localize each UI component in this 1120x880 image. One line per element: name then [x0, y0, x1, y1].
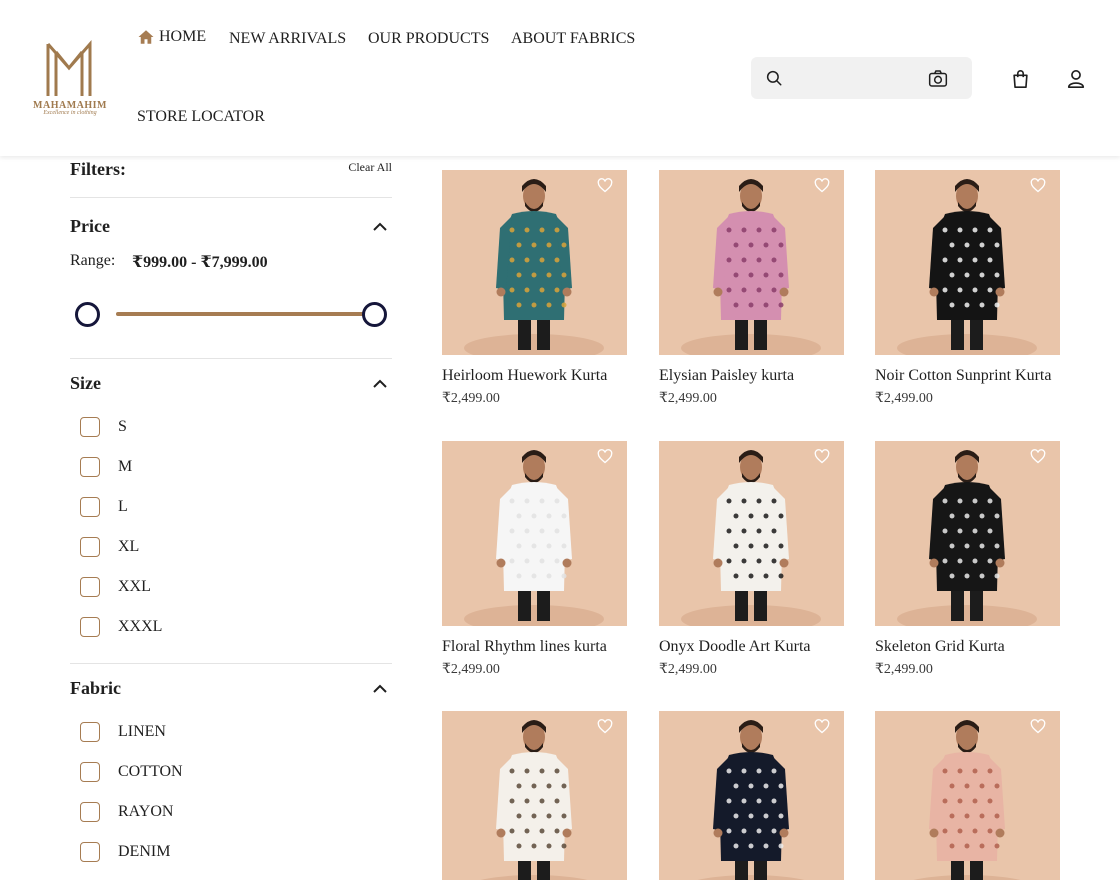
model-photo — [442, 711, 627, 880]
product-price: ₹2,499.00 — [442, 391, 500, 406]
user-account-icon[interactable] — [1066, 69, 1086, 89]
size-option-m[interactable]: M — [80, 456, 132, 478]
chevron-up-icon[interactable] — [372, 684, 388, 694]
product-name[interactable]: Noir Cotton Sunprint Kurta — [875, 367, 1075, 385]
checkbox[interactable] — [80, 537, 100, 557]
product-image[interactable] — [659, 711, 844, 880]
model-photo — [875, 441, 1060, 626]
product-image[interactable] — [659, 441, 844, 626]
product-name[interactable]: Elysian Paisley kurta — [659, 367, 859, 385]
product-price: ₹2,499.00 — [659, 391, 717, 406]
logo-mark-icon — [46, 40, 92, 96]
nav-about-fabrics[interactable]: ABOUT FABRICS — [511, 30, 635, 48]
product-price: ₹2,499.00 — [659, 662, 717, 677]
search-bar — [751, 57, 972, 99]
fabric-option-linen[interactable]: LINEN — [80, 721, 166, 743]
nav-our-products[interactable]: OUR PRODUCTS — [368, 30, 489, 48]
search-icon[interactable] — [765, 69, 783, 87]
wishlist-heart-icon[interactable] — [814, 719, 830, 734]
model-photo — [659, 711, 844, 880]
shopping-bag-icon[interactable] — [1011, 69, 1030, 89]
camera-icon[interactable] — [928, 69, 948, 88]
price-range-value: ₹999.00 - ₹7,999.00 — [132, 254, 268, 271]
divider — [70, 663, 392, 664]
size-section-title: Size — [70, 373, 101, 393]
wishlist-heart-icon[interactable] — [597, 178, 613, 193]
nav-new-arrivals[interactable]: NEW ARRIVALS — [229, 30, 346, 48]
home-icon — [138, 30, 154, 44]
site-header: MAHAMAHIM Excellence in clothing HOME NE… — [0, 0, 1120, 156]
checkbox[interactable] — [80, 802, 100, 822]
wishlist-heart-icon[interactable] — [597, 719, 613, 734]
product-image[interactable] — [659, 170, 844, 355]
brand-tagline: Excellence in clothing — [43, 110, 97, 116]
product-price: ₹2,499.00 — [875, 662, 933, 677]
wishlist-heart-icon[interactable] — [1030, 449, 1046, 464]
fabric-option-cotton[interactable]: COTTON — [80, 761, 183, 783]
product-name[interactable]: Heirloom Huework Kurta — [442, 367, 642, 385]
product-image[interactable] — [442, 170, 627, 355]
wishlist-heart-icon[interactable] — [1030, 719, 1046, 734]
model-photo — [875, 711, 1060, 880]
checkbox[interactable] — [80, 497, 100, 517]
product-image[interactable] — [875, 441, 1060, 626]
checkbox[interactable] — [80, 842, 100, 862]
fabric-option-denim[interactable]: DENIM — [80, 841, 170, 863]
product-price: ₹2,499.00 — [875, 391, 933, 406]
filter-sidebar: Filters: Clear All Price Range: ₹999.00 … — [70, 156, 392, 880]
model-photo — [875, 170, 1060, 355]
product-image[interactable] — [442, 441, 627, 626]
nav-store-locator[interactable]: STORE LOCATOR — [137, 108, 265, 126]
product-image[interactable] — [875, 170, 1060, 355]
search-input[interactable] — [791, 65, 921, 91]
divider — [70, 358, 392, 359]
nav-home-label: HOME — [159, 28, 207, 45]
chevron-up-icon[interactable] — [372, 222, 388, 232]
checkbox[interactable] — [80, 617, 100, 637]
size-option-xxl[interactable]: XXL — [80, 576, 151, 598]
size-option-xl[interactable]: XL — [80, 536, 139, 558]
product-name[interactable]: Skeleton Grid Kurta — [875, 638, 1075, 656]
filters-title: Filters: — [70, 159, 126, 179]
size-option-s[interactable]: S — [80, 416, 127, 438]
checkbox[interactable] — [80, 762, 100, 782]
fabric-option-rayon[interactable]: RAYON — [80, 801, 173, 823]
product-name[interactable]: Onyx Doodle Art Kurta — [659, 638, 859, 656]
price-slider-min-handle[interactable] — [75, 302, 100, 327]
price-slider-max-handle[interactable] — [362, 302, 387, 327]
size-option-xxxl[interactable]: XXXL — [80, 616, 162, 638]
divider — [70, 197, 392, 198]
wishlist-heart-icon[interactable] — [597, 449, 613, 464]
price-slider-track[interactable] — [116, 312, 366, 316]
product-price: ₹2,499.00 — [442, 662, 500, 677]
wishlist-heart-icon[interactable] — [1030, 178, 1046, 193]
price-section-title: Price — [70, 216, 110, 236]
wishlist-heart-icon[interactable] — [814, 449, 830, 464]
model-photo — [659, 441, 844, 626]
checkbox[interactable] — [80, 577, 100, 597]
price-range-label: Range: — [70, 252, 116, 269]
clear-all-link[interactable]: Clear All — [348, 160, 392, 175]
fabric-section-title: Fabric — [70, 678, 121, 698]
product-image[interactable] — [875, 711, 1060, 880]
checkbox[interactable] — [80, 722, 100, 742]
wishlist-heart-icon[interactable] — [814, 178, 830, 193]
nav-home[interactable]: HOME — [137, 28, 206, 46]
product-name[interactable]: Floral Rhythm lines kurta — [442, 638, 642, 656]
chevron-up-icon[interactable] — [372, 379, 388, 389]
checkbox[interactable] — [80, 457, 100, 477]
checkbox[interactable] — [80, 417, 100, 437]
size-option-l[interactable]: L — [80, 496, 128, 518]
model-photo — [442, 170, 627, 355]
model-photo — [442, 441, 627, 626]
model-photo — [659, 170, 844, 355]
product-image[interactable] — [442, 711, 627, 880]
